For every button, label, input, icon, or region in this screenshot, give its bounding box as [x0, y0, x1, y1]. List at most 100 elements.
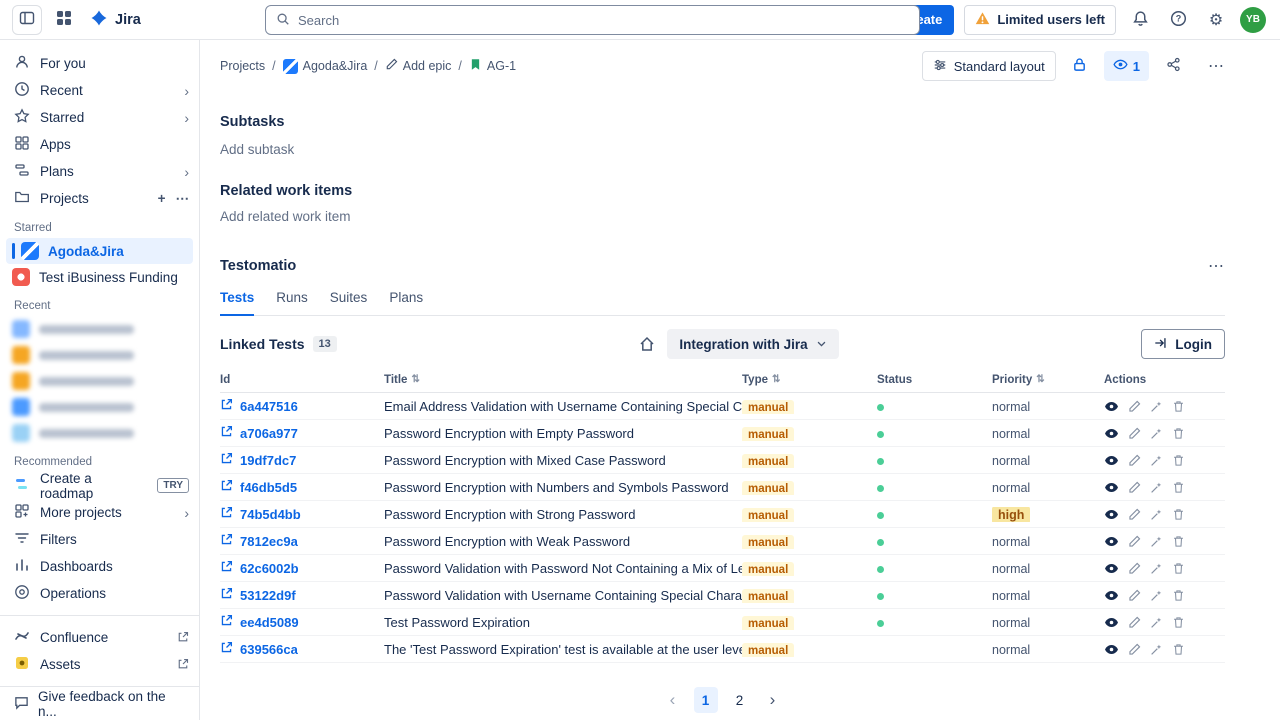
next-page-icon[interactable]: ›: [762, 690, 784, 710]
table-row[interactable]: f46db5d5 Password Encryption with Number…: [220, 474, 1225, 501]
testomatio-more-button[interactable]: ⋯: [1208, 256, 1225, 276]
test-id-link[interactable]: 62c6002b: [240, 561, 299, 576]
breadcrumb-add-epic[interactable]: Add epic: [385, 58, 452, 74]
column-header-priority[interactable]: Priority⇅: [992, 374, 1104, 386]
recent-project-item[interactable]: [6, 316, 193, 342]
delete-icon[interactable]: [1172, 454, 1185, 467]
sidebar-item-assets[interactable]: Assets: [0, 651, 199, 678]
table-row[interactable]: 19df7dc7 Password Encryption with Mixed …: [220, 447, 1225, 474]
recent-project-item[interactable]: [6, 420, 193, 446]
edit-icon[interactable]: [1128, 643, 1141, 656]
delete-icon[interactable]: [1172, 616, 1185, 629]
edit-icon[interactable]: [1128, 508, 1141, 521]
magic-wand-icon[interactable]: [1150, 427, 1163, 440]
watchers-button[interactable]: 1: [1104, 51, 1149, 81]
view-icon[interactable]: [1104, 588, 1119, 603]
edit-icon[interactable]: [1128, 616, 1141, 629]
integration-dropdown[interactable]: Integration with Jira: [667, 329, 838, 359]
sidebar-item-operations[interactable]: Operations: [0, 580, 199, 607]
edit-icon[interactable]: [1128, 454, 1141, 467]
edit-icon[interactable]: [1128, 535, 1141, 548]
more-actions-button[interactable]: ⋯: [1197, 52, 1225, 80]
breadcrumb-project[interactable]: Agoda&Jira: [283, 59, 368, 74]
tab-tests[interactable]: Tests: [220, 290, 254, 316]
table-row[interactable]: 74b5d4bb Password Encryption with Strong…: [220, 501, 1225, 528]
sidebar-item-for-you[interactable]: For you: [0, 50, 199, 77]
tab-plans[interactable]: Plans: [389, 290, 423, 315]
sidebar-item-confluence[interactable]: Confluence: [0, 624, 199, 651]
recent-project-item[interactable]: [6, 342, 193, 368]
magic-wand-icon[interactable]: [1150, 508, 1163, 521]
add-related-item-link[interactable]: Add related work item: [220, 209, 1225, 224]
sidebar-item-apps[interactable]: Apps: [0, 131, 199, 158]
sidebar-item-starred[interactable]: Starred ›: [0, 104, 199, 131]
test-id-link[interactable]: a706a977: [240, 426, 298, 441]
delete-icon[interactable]: [1172, 481, 1185, 494]
breadcrumb-issue[interactable]: AG-1: [469, 58, 516, 74]
table-row[interactable]: 62c6002b Password Validation with Passwo…: [220, 555, 1225, 582]
magic-wand-icon[interactable]: [1150, 589, 1163, 602]
delete-icon[interactable]: [1172, 427, 1185, 440]
sidebar-toggle-button[interactable]: [12, 5, 42, 35]
test-id-link[interactable]: 19df7dc7: [240, 453, 296, 468]
settings-button[interactable]: ⚙: [1202, 6, 1230, 34]
page-button-1[interactable]: 1: [694, 687, 718, 713]
prev-page-icon[interactable]: ‹: [662, 690, 684, 710]
tab-runs[interactable]: Runs: [276, 290, 308, 315]
feedback-button[interactable]: Give feedback on the n...: [0, 686, 199, 720]
delete-icon[interactable]: [1172, 400, 1185, 413]
delete-icon[interactable]: [1172, 508, 1185, 521]
view-icon[interactable]: [1104, 561, 1119, 576]
view-icon[interactable]: [1104, 453, 1119, 468]
table-row[interactable]: 53122d9f Password Validation with Userna…: [220, 582, 1225, 609]
edit-icon[interactable]: [1128, 481, 1141, 494]
share-button[interactable]: [1159, 52, 1187, 80]
projects-more-icon[interactable]: ⋯: [176, 191, 190, 207]
view-icon[interactable]: [1104, 534, 1119, 549]
table-row[interactable]: ee4d5089 Test Password Expiration manual…: [220, 609, 1225, 636]
magic-wand-icon[interactable]: [1150, 562, 1163, 575]
sidebar-item-recent[interactable]: Recent ›: [0, 77, 199, 104]
add-project-icon[interactable]: +: [158, 191, 166, 207]
jira-brand[interactable]: Jira: [90, 9, 141, 31]
help-button[interactable]: ?: [1164, 6, 1192, 34]
magic-wand-icon[interactable]: [1150, 643, 1163, 656]
view-icon[interactable]: [1104, 399, 1119, 414]
sidebar-item-plans[interactable]: Plans ›: [0, 158, 199, 185]
sidebar-project-agoda-jira[interactable]: Agoda&Jira: [6, 238, 193, 264]
test-id-link[interactable]: 74b5d4bb: [240, 507, 301, 522]
table-row[interactable]: 6a447516 Email Address Validation with U…: [220, 393, 1225, 420]
test-id-link[interactable]: 7812ec9a: [240, 534, 298, 549]
global-search[interactable]: [265, 5, 920, 35]
view-icon[interactable]: [1104, 507, 1119, 522]
delete-icon[interactable]: [1172, 643, 1185, 656]
test-id-link[interactable]: f46db5d5: [240, 480, 297, 495]
login-button[interactable]: Login: [1141, 329, 1225, 359]
column-header-type[interactable]: Type⇅: [742, 374, 877, 386]
breadcrumb-projects[interactable]: Projects: [220, 59, 265, 73]
recent-project-item[interactable]: [6, 394, 193, 420]
restrictions-button[interactable]: [1066, 52, 1094, 80]
edit-icon[interactable]: [1128, 427, 1141, 440]
view-icon[interactable]: [1104, 480, 1119, 495]
test-id-link[interactable]: 6a447516: [240, 399, 298, 414]
sidebar-item-create-roadmap[interactable]: Create a roadmap TRY: [0, 472, 199, 499]
edit-icon[interactable]: [1128, 589, 1141, 602]
delete-icon[interactable]: [1172, 562, 1185, 575]
home-icon[interactable]: [639, 336, 655, 352]
magic-wand-icon[interactable]: [1150, 535, 1163, 548]
view-icon[interactable]: [1104, 615, 1119, 630]
app-switcher-button[interactable]: [50, 6, 78, 34]
view-icon[interactable]: [1104, 426, 1119, 441]
sidebar-item-dashboards[interactable]: Dashboards: [0, 553, 199, 580]
edit-icon[interactable]: [1128, 562, 1141, 575]
page-button-2[interactable]: 2: [728, 687, 752, 713]
table-row[interactable]: 7812ec9a Password Encryption with Weak P…: [220, 528, 1225, 555]
magic-wand-icon[interactable]: [1150, 616, 1163, 629]
table-row[interactable]: a706a977 Password Encryption with Empty …: [220, 420, 1225, 447]
delete-icon[interactable]: [1172, 535, 1185, 548]
test-id-link[interactable]: 53122d9f: [240, 588, 296, 603]
table-row[interactable]: 639566ca The 'Test Password Expiration' …: [220, 636, 1225, 663]
add-subtask-link[interactable]: Add subtask: [220, 142, 1225, 157]
magic-wand-icon[interactable]: [1150, 481, 1163, 494]
